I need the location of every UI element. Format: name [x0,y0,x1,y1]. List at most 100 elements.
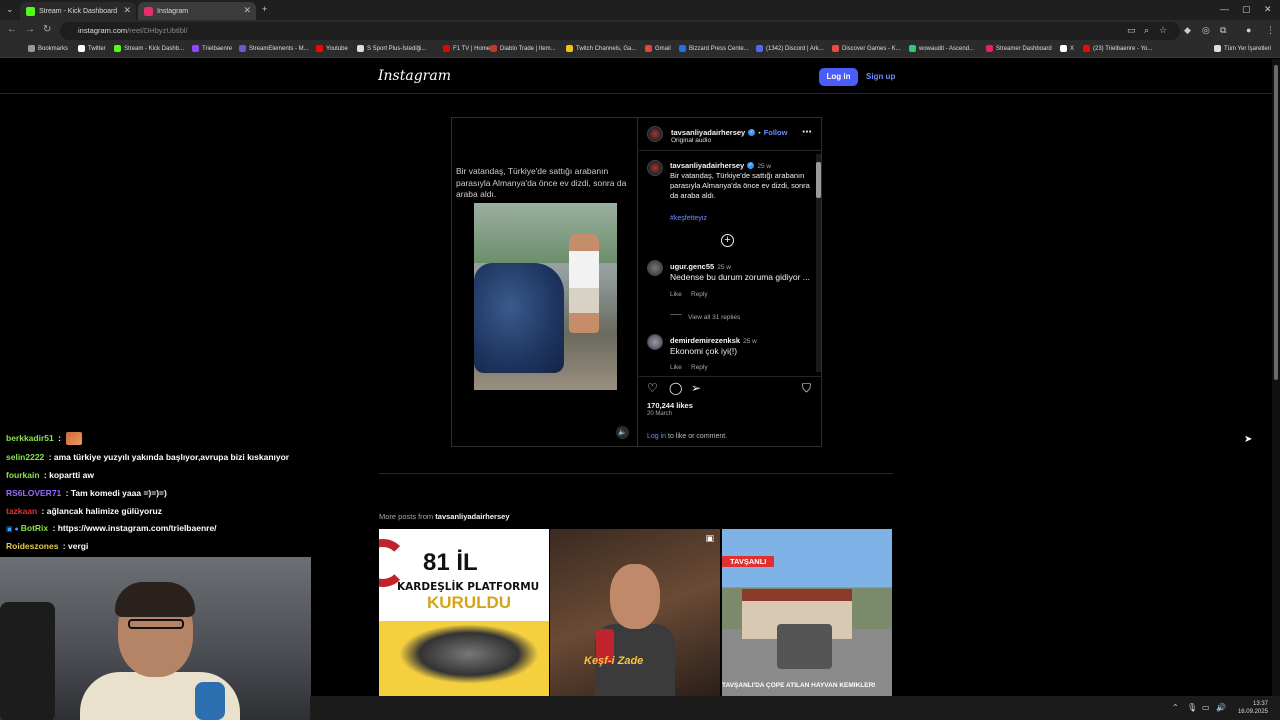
chat-message: RS6LOVER71 : Tam komedi yaaa =)=)=) [6,488,167,498]
chat-username[interactable]: RS6LOVER71 [6,488,61,498]
bookmark-item[interactable]: S Sport Plus-İstediği... [357,45,426,52]
address-bar[interactable]: instagram.com/reel/DHbyzUbtlbl/ [60,22,1180,40]
back-icon[interactable]: ← [7,24,17,35]
close-tab-icon[interactable]: ✕ [243,5,251,16]
tray-volume-icon[interactable]: 🔊 [1216,703,1226,712]
bookmark-item[interactable]: Youtube [316,45,348,52]
extension-translate-icon[interactable]: ◆ [1184,25,1191,36]
gaming-chair [0,602,55,720]
commenter-avatar[interactable] [647,260,663,276]
author-username[interactable]: tavsanliyadairhersey [671,128,745,137]
login-button[interactable]: Log in [819,68,858,86]
caption-author-avatar[interactable] [647,160,663,176]
bookmark-favicon-icon [1060,45,1067,52]
like-heart-icon[interactable]: ♡ [647,381,658,395]
instagram-logo[interactable]: Instagram [378,68,451,84]
caption-author[interactable]: tavsanliyadairhersey [670,161,744,170]
chat-emote-icon [66,432,83,445]
bookmark-item[interactable]: (1342) Discord | Ark... [756,45,824,52]
reload-icon[interactable]: ↻ [43,24,51,35]
comment-like-link[interactable]: Like [670,291,682,298]
author-avatar[interactable] [647,126,663,142]
chat-username[interactable]: tazkaan [6,506,37,516]
likes-count[interactable]: 170,244 likes [647,401,693,410]
browser-menu-icon[interactable]: ⋮ [1266,25,1275,36]
bookmark-item[interactable]: StreamElements - M... [239,45,309,52]
chat-username[interactable]: BotRix [21,523,48,533]
bookmark-item[interactable]: F1 TV | Home [443,45,490,52]
chat-separator: : [39,506,47,516]
comment-reply-link[interactable]: Reply [691,291,708,298]
add-comment-icon[interactable]: + [721,234,734,247]
comment-username[interactable]: ugur.genc55 [670,262,714,271]
scrollbar-thumb[interactable] [816,162,821,198]
maximize-icon[interactable]: ▢ [1242,4,1251,15]
tab-instagram[interactable]: Instagram ✕ [138,2,256,20]
bookmark-item[interactable]: Twitch Channels, Ga... [566,45,636,52]
new-tab-icon[interactable]: + [262,4,267,14]
bookmark-item[interactable]: Twitter [78,45,106,52]
bookmark-label: Bookmarks [38,45,69,52]
comment-bubble-icon[interactable]: ◯ [669,381,682,395]
commenter-avatar[interactable] [647,334,663,350]
bookmark-item[interactable]: Tüm Yer İşaretleri [1214,45,1271,52]
bookmark-item[interactable]: X [1060,45,1074,52]
bookmark-item[interactable]: Bookmarks [28,45,68,52]
chat-username[interactable]: selin2222 [6,452,44,462]
video-frame[interactable] [474,203,617,390]
chat-username[interactable]: fourkain [6,470,40,480]
login-link[interactable]: Log in [647,433,666,440]
share-send-icon[interactable]: ➢ [691,381,701,395]
chat-username[interactable]: berkkadir51 [6,433,54,443]
blue-car [474,263,564,373]
replies-line [670,314,682,315]
zoom-icon[interactable]: ⌕ [1144,25,1149,36]
profile-avatar[interactable]: ● [1246,25,1251,35]
mute-icon[interactable]: 🔈 [616,426,629,439]
more-post-thumbnail[interactable]: TAVŞANLI TAVŞANLI'DA ÇÖPE ATILAN HAYVAN … [722,529,892,696]
reel-media[interactable]: Bir vatandaş, Türkiye'de sattığı arabanı… [452,118,638,446]
hashtag-link[interactable]: #keşfetteyiz [670,215,707,222]
tray-clock[interactable]: 13:37 16.09.2025 [1238,700,1268,716]
forward-icon[interactable]: → [25,24,35,35]
bookmark-item[interactable]: Discover Games - K... [832,45,901,52]
extension-audio-icon[interactable]: ◎ [1202,25,1210,36]
bookmark-item[interactable]: Streamer Dashboard [986,45,1052,52]
more-post-thumbnail[interactable]: Keşf-i Zade ▣ [550,529,720,696]
tray-network-icon[interactable]: ▭ [1202,703,1210,712]
minimize-icon[interactable]: — [1220,4,1229,14]
bookmark-item[interactable]: wowaudit - Ascend... [909,45,974,52]
section-divider [379,473,893,474]
comment-reply-link[interactable]: Reply [691,364,708,371]
chat-text: ama türkiye yuzyılı yakında başlıyor,avr… [53,452,290,462]
original-audio-link[interactable]: Original audio [671,137,711,144]
bookmark-item[interactable]: Bizzard Press Cente... [679,45,749,52]
more-posts-author[interactable]: tavsanliyadairhersey [435,512,509,521]
bookmark-item[interactable]: (23) Trielbaenre - Yo... [1083,45,1152,52]
bookmark-star-icon[interactable]: ☆ [1159,25,1167,36]
tab-kick-dashboard[interactable]: Stream - Kick Dashboard ✕ [20,2,136,20]
bookmark-item[interactable]: Stream - Kick Dashb... [114,45,184,52]
bookmark-item[interactable]: Diablo Trade | Item... [490,45,556,52]
page-scrollbar[interactable] [1272,59,1280,696]
comment-like-link[interactable]: Like [670,364,682,371]
cast-icon[interactable]: ▭ [1127,25,1136,36]
tray-mic-icon[interactable]: 🎙 [1187,703,1197,712]
page-scrollbar-thumb[interactable] [1274,65,1278,380]
extensions-icon[interactable]: ⧉ [1220,25,1226,36]
close-window-icon[interactable]: ✕ [1264,4,1272,15]
save-bookmark-icon[interactable]: ⛉ [802,381,811,396]
view-replies-link[interactable]: View all 31 replies [688,314,740,321]
bookmark-item[interactable]: Trielbaenre [192,45,232,52]
chat-username[interactable]: Roideszones [6,541,58,551]
comments-scrollbar[interactable] [816,154,821,372]
tray-chevron-icon[interactable]: ⌃ [1172,703,1179,712]
close-tab-icon[interactable]: ✕ [123,5,131,16]
more-post-thumbnail[interactable]: 81 İL KARDEŞLİK PLATFORMU KURULDU [379,529,549,696]
follow-button[interactable]: Follow [764,128,788,137]
bookmark-item[interactable]: Gmail [645,45,671,52]
tab-search-icon[interactable]: ⌄ [6,4,14,15]
more-options-icon[interactable]: ⋯ [802,127,812,138]
comment-username[interactable]: demirdemirezenksk [670,336,740,345]
signup-link[interactable]: Sign up [866,72,895,81]
